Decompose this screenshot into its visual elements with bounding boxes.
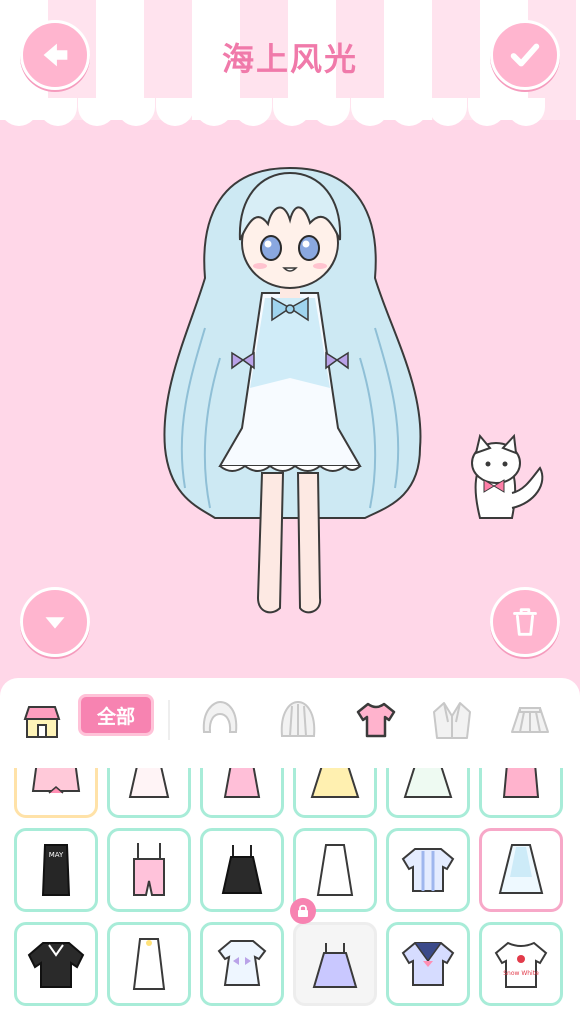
mint-dress-icon	[403, 768, 453, 798]
front-hair-icon	[202, 700, 238, 733]
trash-icon	[513, 608, 537, 636]
clothing-item-locked[interactable]	[293, 922, 377, 1006]
tab-back-hair[interactable]	[274, 696, 322, 744]
pink-ribbon-top-icon	[31, 768, 81, 794]
white-blue-dress-icon	[498, 844, 544, 894]
clothing-item[interactable]	[200, 768, 284, 818]
back-hair-icon	[280, 700, 316, 737]
pink-overall-dress-icon	[502, 768, 540, 798]
jacket-icon	[433, 702, 471, 739]
cat-pet	[471, 433, 544, 519]
clothing-grid: MAY Snow White	[0, 768, 580, 1031]
clothing-item[interactable]	[386, 768, 470, 818]
collapse-button[interactable]	[20, 587, 90, 657]
tab-front-hair[interactable]	[196, 696, 244, 744]
wardrobe-panel: 全部 MAY Snow White	[0, 678, 580, 1031]
arrow-left-icon	[43, 43, 68, 67]
clothing-item[interactable]	[107, 768, 191, 818]
chevron-down-icon	[45, 617, 65, 629]
pink-overalls-icon	[133, 843, 165, 896]
navy-sailor-top-icon	[401, 942, 455, 986]
lock-badge	[290, 898, 316, 924]
checkmark-icon	[510, 43, 540, 67]
black-pinafore-icon	[221, 845, 263, 894]
clothing-item[interactable]: MAY	[14, 828, 98, 912]
yellow-dress-icon	[310, 768, 360, 798]
pink-dress-icon	[223, 768, 261, 798]
clothing-item[interactable]	[14, 768, 98, 818]
clothing-item[interactable]	[14, 922, 98, 1006]
clothing-item[interactable]: Snow White	[479, 922, 563, 1006]
character-stage	[0, 128, 580, 678]
snow-white-tshirt-icon: Snow White	[494, 941, 548, 988]
blue-striped-shirt-icon	[401, 848, 455, 892]
svg-text:MAY: MAY	[49, 851, 64, 859]
tab-skirts[interactable]	[506, 696, 554, 744]
tab-jackets[interactable]	[428, 696, 476, 744]
clothing-item-selected[interactable]	[479, 828, 563, 912]
white-blue-frill-dress-icon	[217, 940, 267, 986]
awning-scallops	[0, 98, 580, 128]
clothing-item[interactable]	[386, 922, 470, 1006]
white-dress-icon	[128, 768, 170, 798]
svg-text:Snow White: Snow White	[503, 970, 539, 977]
top-icon	[356, 702, 396, 738]
black-may-tshirt-icon: MAY	[41, 844, 71, 896]
dressed-character	[163, 166, 544, 614]
tab-divider	[168, 700, 170, 740]
tab-all[interactable]: 全部	[78, 694, 154, 736]
skirt-icon	[511, 707, 549, 733]
tab-tops[interactable]	[352, 696, 400, 744]
shop-button[interactable]	[18, 696, 66, 744]
category-tabs: 全部	[0, 678, 580, 762]
white-slip-dress-icon	[132, 938, 166, 990]
clothing-item[interactable]	[479, 768, 563, 818]
clothing-item[interactable]	[200, 828, 284, 912]
confirm-button[interactable]	[490, 20, 560, 90]
clothing-item[interactable]	[386, 828, 470, 912]
back-button[interactable]	[20, 20, 90, 90]
clothing-item[interactable]	[293, 768, 377, 818]
clothing-item[interactable]	[107, 922, 191, 1006]
delete-button[interactable]	[490, 587, 560, 657]
white-nightgown-icon	[316, 844, 354, 896]
shop-icon	[23, 706, 61, 738]
clothing-item[interactable]	[107, 828, 191, 912]
lavender-dress-icon	[312, 943, 358, 988]
clothing-item[interactable]	[200, 922, 284, 1006]
black-lace-blouse-icon	[27, 942, 85, 988]
lock-icon	[298, 904, 308, 917]
